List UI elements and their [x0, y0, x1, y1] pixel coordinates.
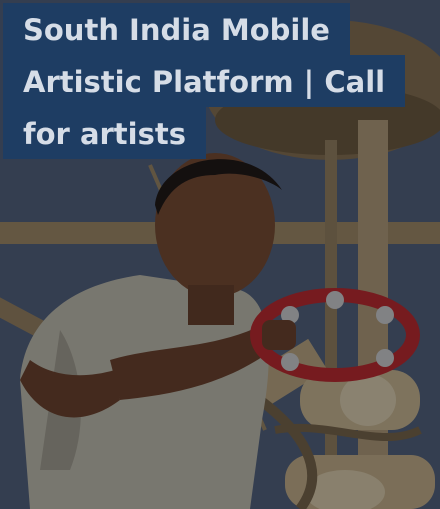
- post-title[interactable]: South India Mobile Artistic Platform | C…: [3, 3, 406, 159]
- article-card[interactable]: South India Mobile Artistic Platform | C…: [0, 0, 440, 509]
- title-line-2[interactable]: Artistic Platform | Call: [3, 55, 406, 107]
- title-line-3[interactable]: for artists: [3, 107, 206, 159]
- title-line-1[interactable]: South India Mobile: [3, 3, 350, 55]
